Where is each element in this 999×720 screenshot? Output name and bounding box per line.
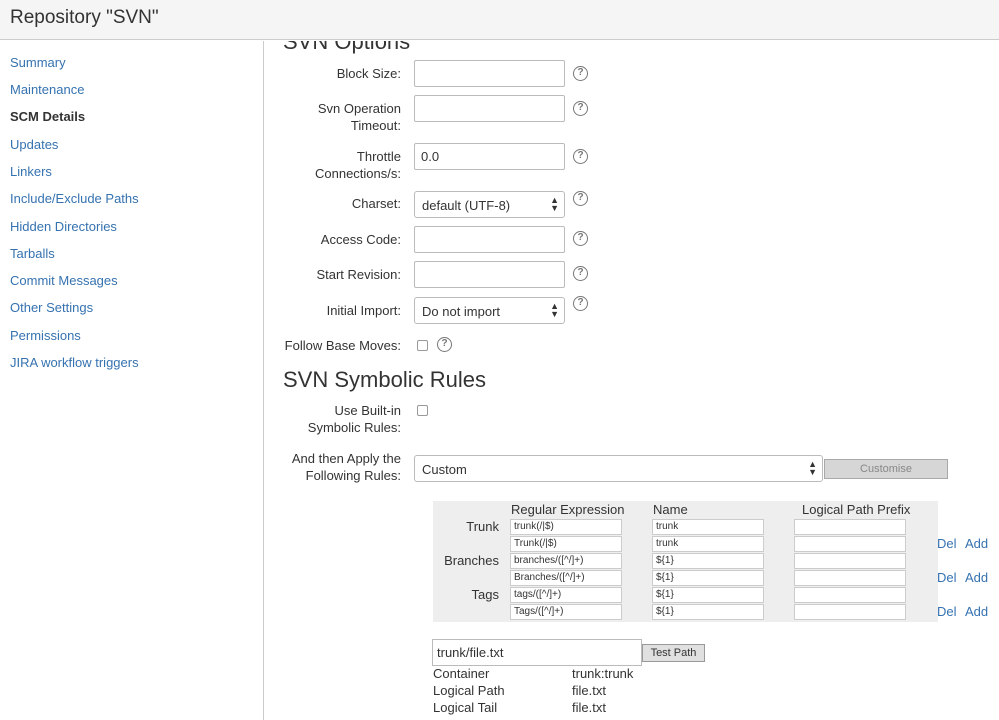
help-circle-icon[interactable]: ? [573, 231, 588, 246]
svn-timeout-label-line2: Timeout: [350, 118, 401, 133]
apply-rules-label-line1: And then Apply the [291, 451, 401, 466]
regex-input[interactable]: branches/([^/]+) [510, 553, 622, 569]
result-container-value: trunk:trunk [572, 666, 634, 681]
group-label-branches: Branches [444, 553, 499, 568]
throttle-label-line1: Throttle [356, 149, 401, 164]
help-circle-icon[interactable]: ? [573, 149, 588, 164]
result-logical-tail-value: file.txt [572, 700, 606, 715]
regex-input[interactable]: Trunk(/|$) [510, 536, 622, 552]
apply-rules-select[interactable]: Custom ▲ ▼ [414, 455, 823, 482]
delete-trunk-rule-link[interactable]: Del [937, 536, 957, 551]
sidebar-item-tarballs[interactable]: Tarballs [10, 246, 55, 261]
sidebar-item-other-settings[interactable]: Other Settings [10, 300, 93, 315]
name-input[interactable]: ${1} [652, 587, 764, 603]
name-input[interactable]: ${1} [652, 604, 764, 620]
prefix-input[interactable] [794, 570, 906, 586]
page-header: Repository "SVN" [0, 0, 999, 40]
help-circle-icon[interactable]: ? [573, 66, 588, 81]
select-arrows-icon: ▲ ▼ [550, 301, 559, 319]
name-column-header: Name [653, 502, 688, 517]
follow-base-label: Follow Base Moves: [284, 338, 401, 353]
result-logical-path-label: Logical Path [433, 683, 505, 698]
regex-input[interactable]: trunk(/|$) [510, 519, 622, 535]
sidebar-item-hidden-directories[interactable]: Hidden Directories [10, 219, 117, 234]
name-input[interactable]: trunk [652, 519, 764, 535]
delete-branches-rule-link[interactable]: Del [937, 570, 957, 585]
throttle-label-line2: Connections/s: [315, 166, 401, 181]
test-path-button[interactable]: Test Path [642, 644, 705, 662]
name-input[interactable]: trunk [652, 536, 764, 552]
access-code-label: Access Code: [320, 232, 401, 247]
regex-input[interactable]: Tags/([^/]+) [510, 604, 622, 620]
prefix-input[interactable] [794, 519, 906, 535]
svn-options-title: SVN Options [283, 41, 411, 54]
charset-label: Charset: [351, 196, 401, 211]
svn-timeout-input[interactable] [414, 95, 565, 122]
result-logical-tail-label: Logical Tail [433, 700, 498, 715]
apply-rules-label-line2: Following Rules: [305, 468, 401, 483]
name-input[interactable]: ${1} [652, 570, 764, 586]
regex-input[interactable]: Branches/([^/]+) [510, 570, 622, 586]
group-label-tags: Tags [471, 587, 499, 602]
sidebar-item-scm-details[interactable]: SCM Details [10, 109, 85, 124]
sidebar-item-commit-messages[interactable]: Commit Messages [10, 273, 118, 288]
prefix-input[interactable] [794, 587, 906, 603]
regex-input[interactable]: tags/([^/]+) [510, 587, 622, 603]
charset-select[interactable]: default (UTF-8) ▲ ▼ [414, 191, 565, 218]
initial-import-label: Initial Import: [326, 303, 401, 318]
prefix-column-header: Logical Path Prefix [802, 502, 911, 517]
sidebar-item-include-exclude-paths[interactable]: Include/Exclude Paths [10, 191, 139, 206]
group-label-trunk: Trunk [466, 519, 499, 534]
regex-column-header: Regular Expression [511, 502, 625, 517]
help-circle-icon[interactable]: ? [573, 101, 588, 116]
initial-import-value: Do not import [422, 304, 501, 319]
result-container-label: Container [433, 666, 490, 681]
apply-rules-value: Custom [422, 462, 467, 477]
block-size-label: Block Size: [336, 66, 401, 81]
main-content: SVN Options Block Size: ? Svn Operation … [265, 41, 999, 720]
add-branches-rule-link[interactable]: Add [965, 570, 988, 585]
help-circle-icon[interactable]: ? [573, 296, 588, 311]
initial-import-select[interactable]: Do not import ▲ ▼ [414, 297, 565, 324]
delete-tags-rule-link[interactable]: Del [937, 604, 957, 619]
use-builtin-label-line2: Symbolic Rules: [307, 420, 401, 435]
sidebar-item-linkers[interactable]: Linkers [10, 164, 52, 179]
add-trunk-rule-link[interactable]: Add [965, 536, 988, 551]
help-circle-icon[interactable]: ? [573, 191, 588, 206]
sidebar-item-updates[interactable]: Updates [10, 137, 58, 152]
help-circle-icon[interactable]: ? [573, 266, 588, 281]
name-input[interactable]: ${1} [652, 553, 764, 569]
select-arrows-icon: ▲ ▼ [808, 459, 817, 477]
start-revision-input[interactable] [414, 261, 565, 288]
add-tags-rule-link[interactable]: Add [965, 604, 988, 619]
access-code-input[interactable] [414, 226, 565, 253]
svn-symbolic-rules-title: SVN Symbolic Rules [283, 367, 486, 392]
sidebar-item-permissions[interactable]: Permissions [10, 328, 81, 343]
sidebar-item-maintenance[interactable]: Maintenance [10, 82, 84, 97]
prefix-input[interactable] [794, 604, 906, 620]
use-builtin-checkbox[interactable] [417, 405, 428, 416]
svn-timeout-label-line1: Svn Operation [317, 101, 401, 116]
test-path-input[interactable]: trunk/file.txt [432, 639, 642, 666]
use-builtin-label-line1: Use Built-in [334, 403, 401, 418]
start-revision-label: Start Revision: [316, 267, 401, 282]
customise-button[interactable]: Customise [824, 459, 948, 479]
sidebar: Summary Maintenance SCM Details Updates … [0, 41, 264, 720]
prefix-input[interactable] [794, 536, 906, 552]
select-arrows-icon: ▲ ▼ [550, 195, 559, 213]
throttle-input[interactable] [414, 143, 565, 170]
charset-value: default (UTF-8) [422, 198, 511, 213]
help-circle-icon[interactable]: ? [437, 337, 452, 352]
prefix-input[interactable] [794, 553, 906, 569]
follow-base-checkbox[interactable] [417, 340, 428, 351]
sidebar-item-jira-workflow-triggers[interactable]: JIRA workflow triggers [10, 355, 139, 370]
page-title: Repository "SVN" [10, 7, 159, 28]
sidebar-item-summary[interactable]: Summary [10, 55, 66, 70]
result-logical-path-value: file.txt [572, 683, 606, 698]
block-size-input[interactable] [414, 60, 565, 87]
